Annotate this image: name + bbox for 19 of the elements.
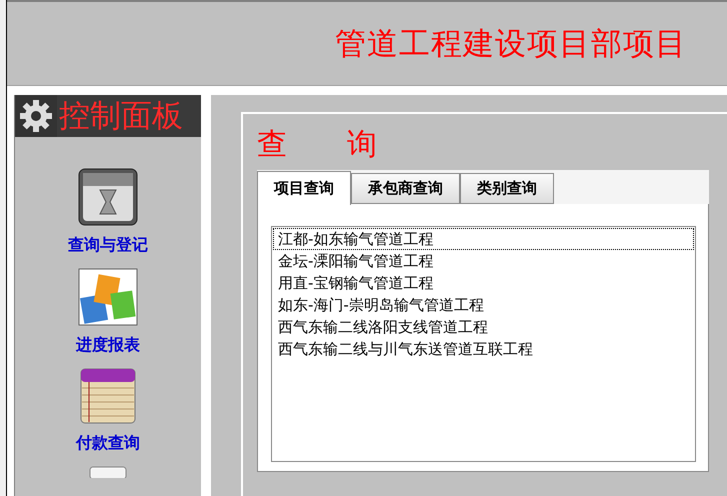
list-item[interactable]: 金坛-溧阳输气管道工程 [273, 250, 694, 272]
list-item[interactable]: 如东-海门-崇明岛输气管道工程 [273, 294, 694, 316]
list-item[interactable]: 用直-宝钢输气管道工程 [273, 272, 694, 294]
letter-tiles-icon [78, 268, 138, 326]
nav-item[interactable]: 进度报表 [76, 268, 140, 356]
panel-title: 控制面板 [59, 97, 183, 136]
tab[interactable]: 承包商查询 [351, 173, 460, 204]
notepad-icon [80, 368, 136, 424]
hourglass-icon [78, 168, 138, 226]
list-item[interactable]: 西气东输二线与川气东送管道互联工程 [273, 338, 694, 360]
list-item[interactable]: 江都-如东输气管道工程 [273, 228, 694, 250]
tab[interactable]: 类别查询 [460, 173, 554, 204]
list-item[interactable]: 西气东输二线洛阳支线管道工程 [273, 316, 694, 338]
nav-item[interactable]: 付款查询 [76, 368, 140, 454]
app-title: 管道工程建设项目部项目 [335, 24, 687, 64]
gear-icon [19, 99, 53, 133]
tab[interactable]: 项目查询 [257, 171, 351, 205]
panel-heading: 查 询 [257, 126, 378, 164]
nav-item[interactable]: 查询与登记 [68, 168, 148, 256]
